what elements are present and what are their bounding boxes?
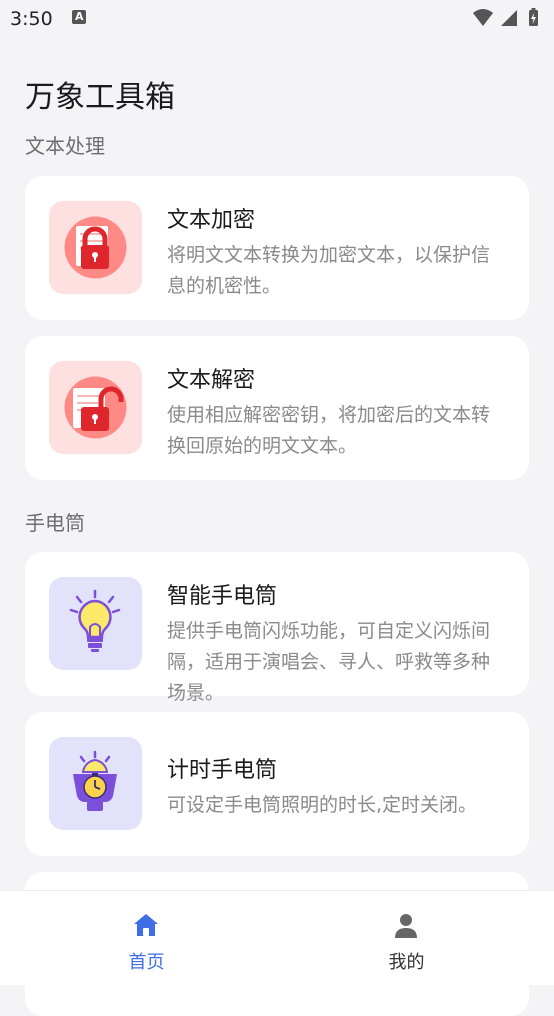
card-timer-flashlight[interactable]: 计时手电筒 可设定手电筒照明的时长,定时关闭。 <box>25 712 529 856</box>
status-bar: 3:50 A <box>0 0 554 40</box>
card-icon-box <box>49 737 142 830</box>
signal-icon <box>501 10 517 26</box>
notification-glyph: A <box>75 10 84 23</box>
bottom-nav: 首页 我的 <box>0 890 554 985</box>
card-icon-box <box>49 201 142 294</box>
nav-item-mine[interactable]: 我的 <box>268 891 545 985</box>
timer-bulb-icon <box>73 750 117 811</box>
home-icon <box>134 914 158 936</box>
card-text-decrypt[interactable]: 文本解密 使用相应解密密钥，将加密后的文本转换回原始的明文文本。 <box>25 336 529 480</box>
status-icons <box>471 8 546 28</box>
section-title-text-processing: 文本处理 <box>25 134 105 158</box>
card-title: 计时手电筒 <box>167 758 278 783</box>
notification-icon: A <box>72 10 86 24</box>
card-description: 提供手电筒闪烁功能，可自定义闪烁间隔，适用于演唱会、寻人、呼救等多种场景。 <box>167 620 491 704</box>
nav-label-home: 首页 <box>128 952 165 973</box>
lock-closed-icon <box>64 216 127 279</box>
nav-item-home[interactable]: 首页 <box>8 891 285 985</box>
lock-open-icon <box>64 376 127 439</box>
card-title: 文本加密 <box>167 208 256 233</box>
card-description: 将明文文本转换为加密文本，以保护信息的机密性。 <box>167 244 491 297</box>
card-icon-box <box>49 577 142 670</box>
card-text-encrypt[interactable]: 文本加密 将明文文本转换为加密文本，以保护信息的机密性。 <box>25 176 529 320</box>
card-description: 使用相应解密密钥，将加密后的文本转换回原始的明文文本。 <box>167 404 491 457</box>
page-title: 万象工具箱 <box>25 80 175 115</box>
status-time: 3:50 <box>10 8 53 30</box>
card-description: 可设定手电筒照明的时长,定时关闭。 <box>167 794 478 816</box>
section-title-flashlight: 手电筒 <box>25 511 85 535</box>
battery-icon <box>529 8 538 26</box>
card-title: 文本解密 <box>167 368 256 393</box>
card-smart-flashlight[interactable]: 智能手电筒 提供手电筒闪烁功能，可自定义闪烁间隔，适用于演唱会、寻人、呼救等多种… <box>25 552 529 704</box>
card-title: 智能手电筒 <box>167 584 278 609</box>
nav-label-mine: 我的 <box>388 952 425 973</box>
wifi-icon <box>473 9 493 26</box>
person-icon <box>395 914 417 938</box>
card-icon-box <box>49 361 142 454</box>
lightbulb-icon <box>69 589 121 652</box>
